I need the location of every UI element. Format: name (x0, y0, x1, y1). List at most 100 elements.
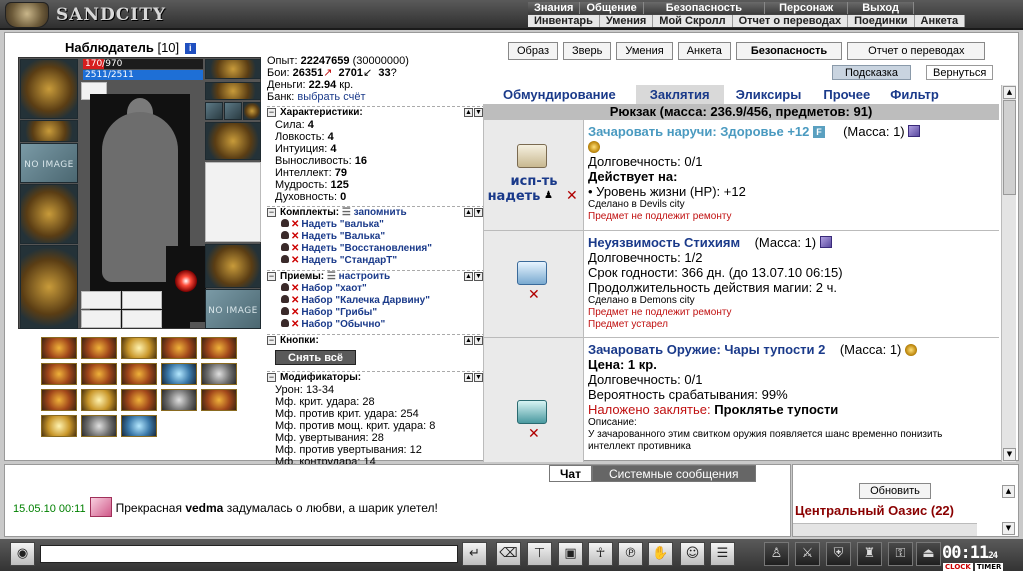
refresh-button[interactable]: Обновить (859, 483, 931, 499)
item-title[interactable]: Неуязвимость Стихиям (588, 235, 740, 250)
skill-icon[interactable] (41, 363, 77, 385)
delete-item-icon[interactable]: ✕ (528, 287, 540, 303)
skill-icon[interactable] (41, 337, 77, 359)
menu-exit[interactable]: Выход (848, 2, 914, 14)
arrow-up-icon[interactable]: ▲ (464, 373, 473, 382)
menu-communication[interactable]: Общение (580, 2, 644, 14)
set-item[interactable]: ✕ Надеть "Восстановления" (267, 243, 485, 255)
action-icon-2[interactable]: ⚔ (795, 542, 820, 566)
menu-profile[interactable]: Анкета (914, 15, 966, 27)
shield-slot[interactable] (205, 162, 261, 242)
exit-icon[interactable]: ⏏ (916, 542, 941, 566)
clock-mode[interactable]: CLOCK TIMER (943, 563, 1004, 571)
bank-link[interactable]: выбрать счёт (297, 91, 365, 103)
characteristics-header[interactable]: − Характеристики: ▲ ▼ (267, 106, 485, 119)
profile-button[interactable]: Анкета (677, 42, 731, 60)
ring-slot-1[interactable] (205, 102, 223, 120)
location-hscrollbar[interactable] (793, 523, 977, 536)
equip-link[interactable]: надеть (484, 189, 544, 204)
chat-username[interactable]: vedma (185, 501, 223, 515)
item-title[interactable]: Зачаровать наручи: Здоровье +12 (588, 124, 809, 139)
item-title[interactable]: Зачаровать Оружие: Чары тупости 2 (588, 342, 825, 357)
belt-slot-2[interactable] (122, 291, 162, 309)
location-vscrollbar[interactable]: ▲ ▼ (1002, 485, 1016, 535)
ring-slot-2[interactable] (224, 102, 242, 120)
use-link[interactable]: исп-ть (490, 174, 578, 189)
skill-icon[interactable] (161, 337, 197, 359)
delete-trick-icon[interactable]: ✕ (291, 319, 299, 330)
action-icon-4[interactable]: ♜ (857, 542, 882, 566)
arrow-up-icon[interactable]: ▲ (464, 272, 473, 281)
skill-icon[interactable] (81, 389, 117, 411)
filter-icon[interactable]: ⊤ (527, 542, 552, 566)
rune-slot-2[interactable] (205, 82, 261, 100)
scroll-up-icon[interactable]: ▲ (1002, 485, 1015, 498)
weapon-slot[interactable] (20, 184, 78, 244)
collapse-icon[interactable]: − (267, 108, 276, 117)
delete-set-icon[interactable]: ✕ (291, 243, 299, 254)
chat-timestamp[interactable]: 15.05.10 00:11 (13, 503, 86, 515)
chat-input[interactable] (40, 545, 458, 563)
tab-elixirs[interactable]: Эликсиры (724, 85, 814, 104)
arrow-down-icon[interactable]: ▼ (474, 108, 483, 117)
menu-transfer-report[interactable]: Отчет о переводах (732, 15, 849, 27)
set-item[interactable]: ✕ Надеть "валька" (267, 219, 485, 231)
delete-item-icon[interactable]: ✕ (528, 426, 540, 442)
rune-slot-1[interactable] (205, 59, 261, 79)
action-icon-1[interactable]: ♙ (764, 542, 789, 566)
skill-icon[interactable] (41, 415, 77, 437)
trick-set-item[interactable]: ✕ Набор "хаот" (267, 283, 485, 295)
set-item[interactable]: ✕ Надеть "СтандарТ" (267, 255, 485, 267)
send-icon[interactable]: ↵ (462, 542, 487, 566)
delete-set-icon[interactable]: ✕ (291, 219, 299, 230)
skill-icon[interactable] (201, 389, 237, 411)
arrow-down-icon[interactable]: ▼ (474, 336, 483, 345)
skill-icon[interactable] (81, 363, 117, 385)
speaker-icon[interactable]: ◉ (10, 542, 35, 566)
remove-all-button[interactable]: Снять всё (275, 350, 356, 365)
arrow-up-icon[interactable]: ▲ (464, 208, 473, 217)
red-orb-item[interactable] (166, 246, 206, 322)
ring-slot-3[interactable] (243, 102, 261, 120)
sets-header[interactable]: − Комплекты: ☰ запомнить ▲ ▼ (267, 206, 485, 219)
equip-icon[interactable]: ♟ (544, 190, 553, 201)
collapse-icon[interactable]: − (267, 336, 276, 345)
arrow-up-icon[interactable]: ▲ (464, 108, 473, 117)
legs-slot[interactable] (205, 244, 261, 288)
skill-icon[interactable] (41, 389, 77, 411)
scroll-down-icon[interactable]: ▼ (1002, 522, 1015, 535)
skill-icon[interactable] (81, 415, 117, 437)
buttons-header[interactable]: − Кнопки: ▲ ▼ (267, 334, 485, 347)
arrow-down-icon[interactable]: ▼ (474, 373, 483, 382)
tab-filter[interactable]: Фильтр (880, 85, 949, 104)
skill-icon[interactable] (121, 415, 157, 437)
armor-slot[interactable] (20, 245, 78, 329)
menu-fights[interactable]: Поединки (848, 15, 915, 27)
skill-icon[interactable] (121, 337, 157, 359)
remember-set-link[interactable]: запомнить (354, 207, 407, 218)
lock-icon[interactable]: ⚿ (888, 542, 913, 566)
person-icon[interactable]: ☥ (588, 542, 613, 566)
collapse-icon[interactable]: − (267, 272, 276, 281)
scroll-thumb[interactable] (1003, 100, 1016, 195)
trick-set-item[interactable]: ✕ Набор "Калечка Дарвину" (267, 295, 485, 307)
earring-slot[interactable]: NO IMAGE (20, 143, 78, 183)
delete-trick-icon[interactable]: ✕ (291, 295, 299, 306)
skill-icon[interactable] (161, 363, 197, 385)
trick-set-item[interactable]: ✕ Набор "Грибы" (267, 307, 485, 319)
tab-chat[interactable]: Чат (549, 465, 592, 482)
trick-set-item[interactable]: ✕ Набор "Обычно" (267, 319, 485, 331)
skill-icon[interactable] (121, 363, 157, 385)
tab-spells[interactable]: Заклятия (635, 85, 724, 104)
menu-inventory[interactable]: Инвентарь (528, 15, 600, 27)
hand-icon[interactable]: ✋ (648, 542, 673, 566)
eraser-icon[interactable]: ⌫ (496, 542, 521, 566)
tab-other[interactable]: Прочее (813, 85, 880, 104)
belt-slot-3[interactable] (81, 310, 121, 328)
menu-skills[interactable]: Умения (599, 15, 654, 27)
necklace-slot[interactable] (20, 120, 78, 142)
set-item[interactable]: ✕ Надеть "Валька" (267, 231, 485, 243)
arrow-down-icon[interactable]: ▼ (474, 272, 483, 281)
delete-trick-icon[interactable]: ✕ (291, 283, 299, 294)
gloves-slot[interactable] (205, 122, 261, 160)
